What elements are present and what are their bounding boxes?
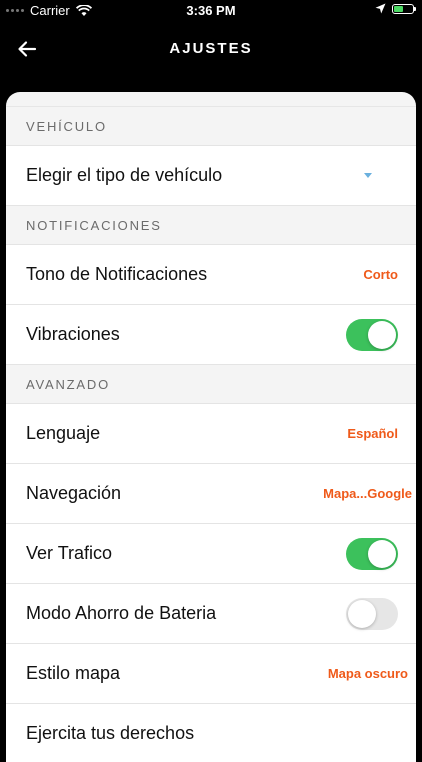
vehicle-type-dropdown[interactable]: Elegir el tipo de vehículo xyxy=(6,146,416,206)
status-bar: Carrier 3:36 PM xyxy=(0,0,422,22)
battery-saver-row: Modo Ahorro de Bateria xyxy=(6,584,416,644)
section-header-advanced: AVANZADO xyxy=(6,365,416,404)
traffic-toggle[interactable] xyxy=(346,537,398,570)
vibration-toggle[interactable] xyxy=(346,318,398,351)
traffic-label: Ver Trafico xyxy=(26,543,113,563)
language-value: Español xyxy=(347,426,398,441)
map-style-value: Mapa oscuro xyxy=(327,666,408,681)
navigation-value: Mapa...Google xyxy=(323,486,412,501)
vehicle-type-label: Elegir el tipo de vehículo xyxy=(26,165,223,185)
map-style-row[interactable]: Estilo mapa Mapa oscuro xyxy=(6,644,416,704)
traffic-row: Ver Trafico xyxy=(6,524,416,584)
language-label: Lenguaje xyxy=(26,423,101,443)
status-right xyxy=(375,3,416,14)
battery-icon xyxy=(392,3,416,14)
navigation-label: Navegación xyxy=(26,483,122,503)
vibration-label: Vibraciones xyxy=(26,324,120,344)
exercise-rights-label: Ejercita tus derechos xyxy=(26,723,195,743)
notification-tone-label: Tono de Notificaciones xyxy=(26,264,208,284)
status-time: 3:36 PM xyxy=(186,3,236,18)
vibration-row: Vibraciones xyxy=(6,305,416,365)
battery-saver-toggle[interactable] xyxy=(346,597,398,630)
sheet-top-spacer xyxy=(6,92,416,107)
page-title: AJUSTES xyxy=(169,40,253,57)
location-arrow-icon xyxy=(375,3,386,14)
notification-tone-row[interactable]: Tono de Notificaciones Corto xyxy=(6,245,416,305)
language-row[interactable]: Lenguaje Español xyxy=(6,404,416,464)
settings-list: VEHÍCULO Elegir el tipo de vehículo NOTI… xyxy=(6,92,416,762)
notification-tone-value: Corto xyxy=(363,267,398,282)
navigation-app-row[interactable]: Navegación Mapa...Google xyxy=(6,464,416,524)
caret-down-icon xyxy=(364,173,372,178)
section-header-vehicle: VEHÍCULO xyxy=(6,107,416,146)
map-style-label: Estilo mapa xyxy=(26,663,121,683)
battery-saver-label: Modo Ahorro de Bateria xyxy=(26,603,217,623)
exercise-rights-row[interactable]: Ejercita tus derechos xyxy=(6,704,416,762)
navigation-bar: AJUSTES xyxy=(0,22,422,78)
section-header-notifications: NOTIFICACIONES xyxy=(6,206,416,245)
